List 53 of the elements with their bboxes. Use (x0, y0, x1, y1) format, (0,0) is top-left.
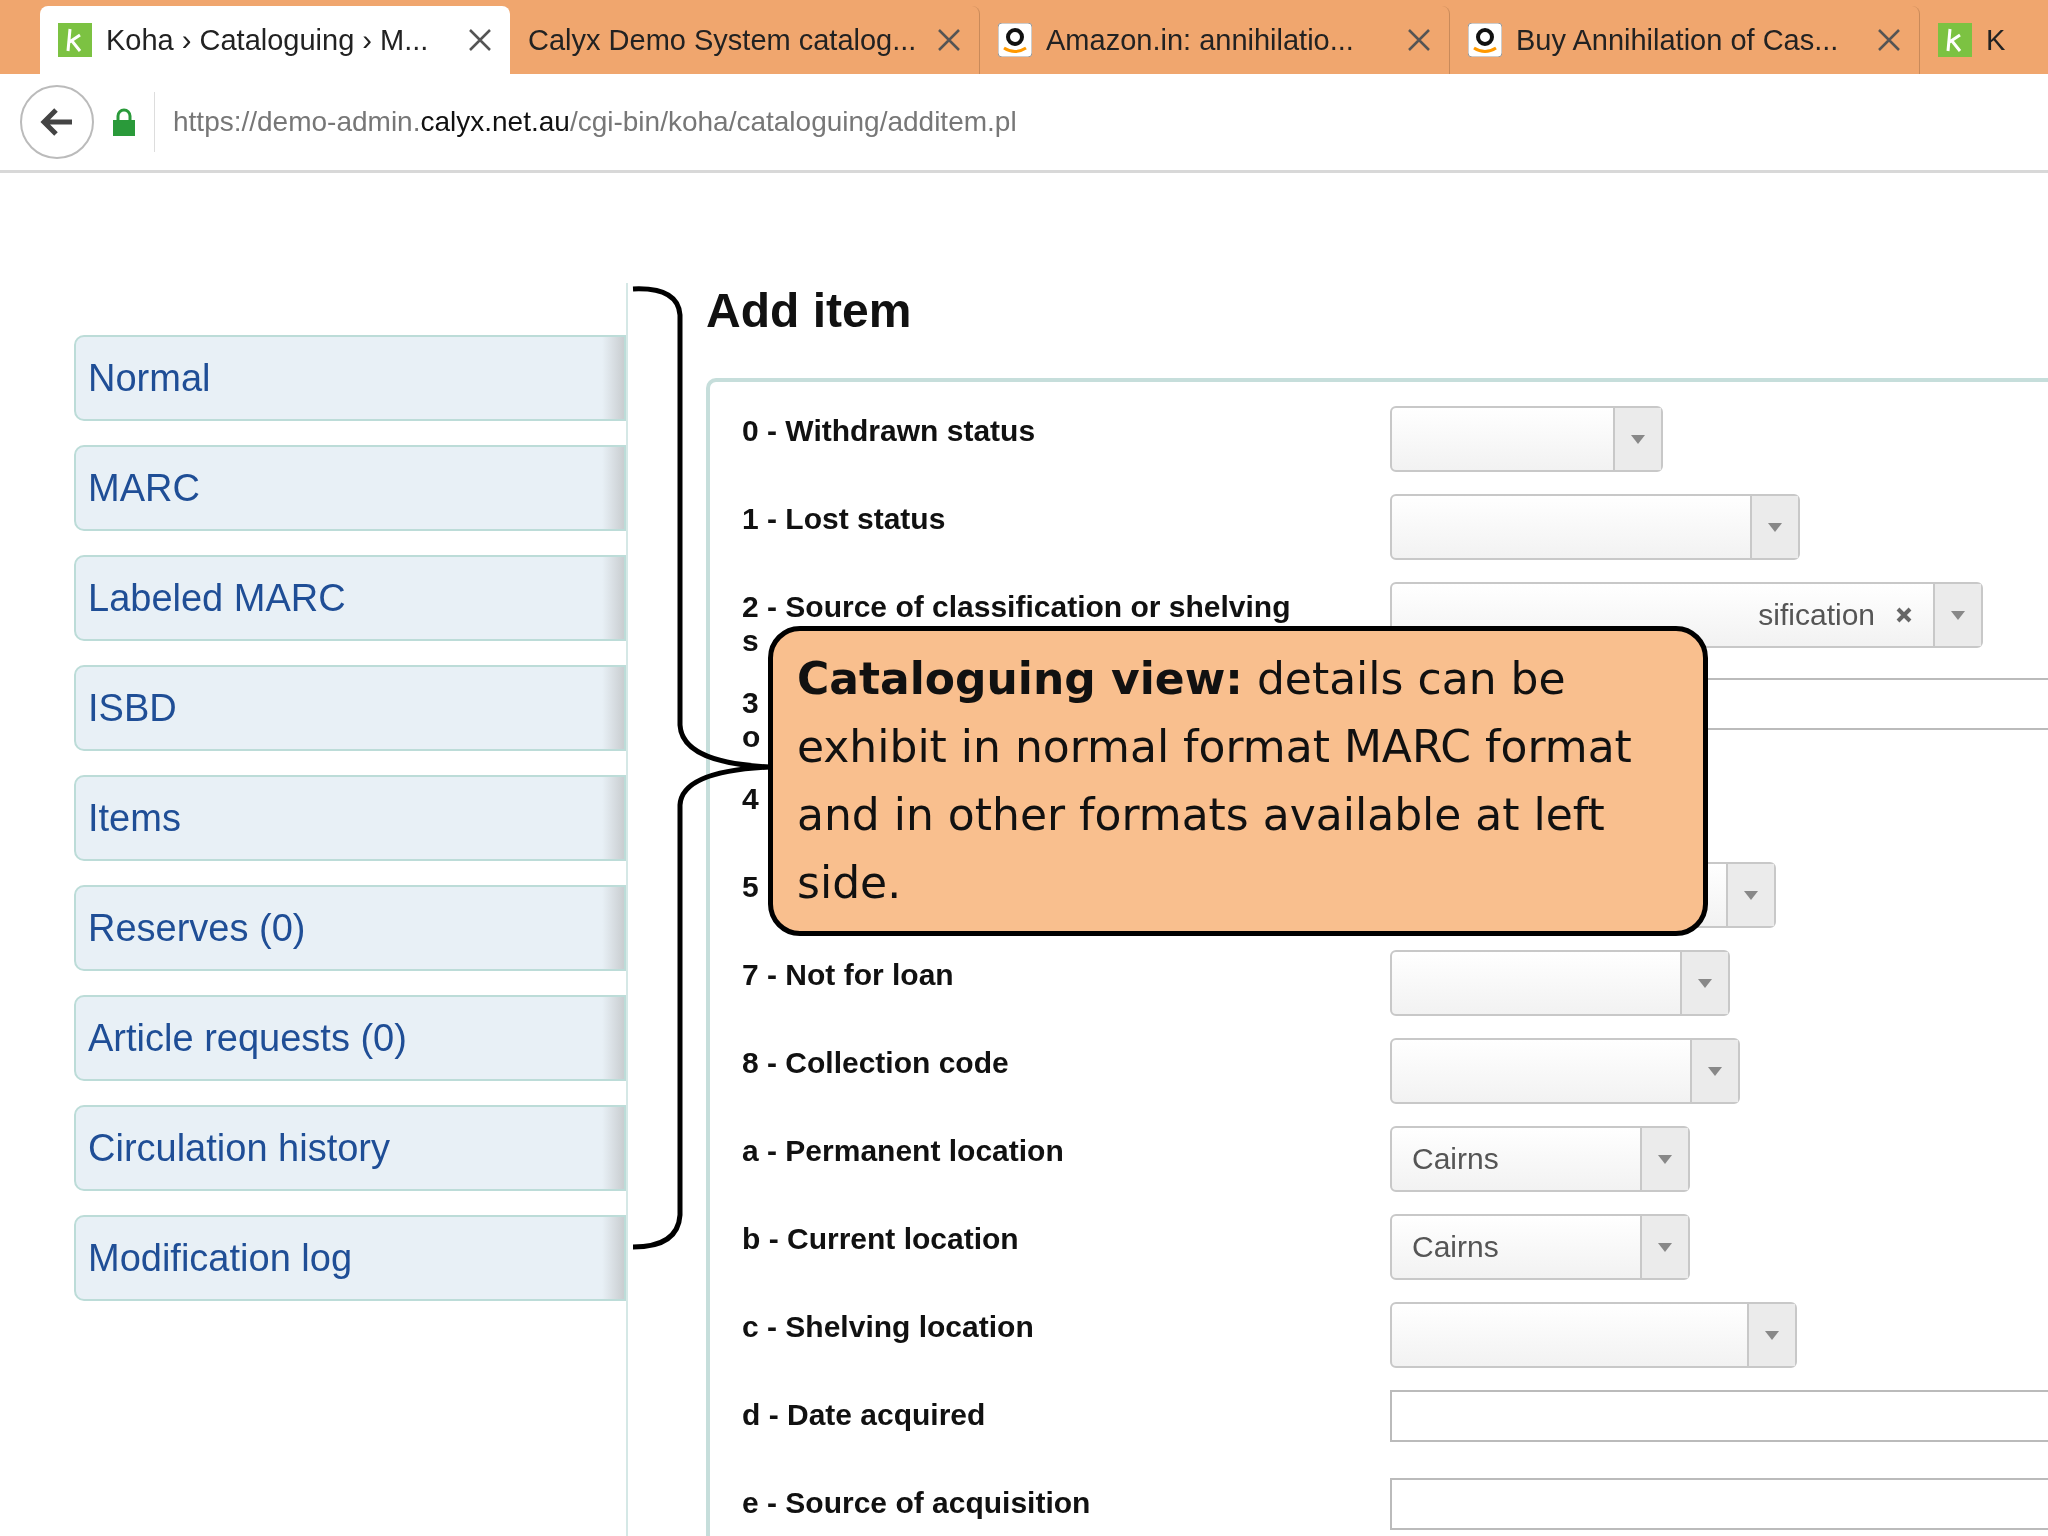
caret-icon (1708, 1066, 1722, 1076)
sidebar-link[interactable]: Items (74, 775, 626, 861)
field-label: s (742, 624, 759, 658)
field-label: 2 - Source of classification or shelving (742, 590, 1291, 624)
koha-logo-icon (58, 23, 92, 57)
field-label: o (742, 720, 761, 754)
sidebar-link[interactable]: Normal (74, 335, 626, 421)
field-label: 4 (742, 782, 759, 816)
sidebar-link[interactable]: Labeled MARC (74, 555, 626, 641)
caret-icon (1768, 522, 1782, 532)
sidebar-link[interactable]: Modification log (74, 1215, 626, 1301)
field-label: e - Source of acquisition (742, 1486, 1091, 1520)
field-label: b - Current location (742, 1222, 1019, 1256)
sidebar-link[interactable]: Article requests (0) (74, 995, 626, 1081)
caret-icon (1658, 1154, 1672, 1164)
close-icon[interactable] (937, 28, 961, 52)
field-label: 8 - Collection code (742, 1046, 1009, 1080)
close-icon[interactable] (1407, 28, 1431, 52)
field-label: 0 - Withdrawn status (742, 414, 1036, 448)
field-label: 5 (742, 870, 759, 904)
input-field[interactable] (1390, 1478, 2048, 1530)
address-field[interactable]: https://demo-admin.calyx.net.au/cgi-bin/koha/cataloguing/additem.pl (154, 92, 2048, 152)
field-label: d - Date acquired (742, 1398, 986, 1432)
field-label: 3 (742, 686, 759, 720)
caret-icon (1744, 890, 1758, 900)
field-label: 1 - Lost status (742, 502, 946, 536)
browser-tab[interactable]: Koha › Cataloguing › M... (40, 6, 510, 74)
caret-icon (1658, 1242, 1672, 1252)
caret-icon (1631, 434, 1645, 444)
field-label: c - Shelving location (742, 1310, 1034, 1344)
dropdown[interactable]: Cairns (1390, 1126, 1690, 1192)
koha-logo-icon (1938, 23, 1972, 57)
amazon-logo-icon (998, 23, 1032, 57)
amazon-logo-icon (1468, 23, 1502, 57)
caret-icon (1765, 1330, 1779, 1340)
annotation-tooltip: Cataloguing view: details can be exhibit in normal format MARC format and in other formats available at left side. (768, 626, 1708, 936)
field-label: a - Permanent location (742, 1134, 1064, 1168)
dropdown[interactable]: Cairns (1390, 1214, 1690, 1280)
field-label: 7 - Not for loan (742, 958, 954, 992)
sidebar-link[interactable]: ISBD (74, 665, 626, 751)
clear-icon[interactable] (1895, 606, 1913, 624)
sidebar-link[interactable]: Circulation history (74, 1105, 626, 1191)
sidebar-link[interactable]: Reserves (0) (74, 885, 626, 971)
lock-icon (112, 108, 136, 136)
browser-tab[interactable]: K (1920, 6, 2048, 74)
caret-icon (1951, 610, 1965, 620)
caret-icon (1698, 978, 1712, 988)
close-icon[interactable] (1877, 28, 1901, 52)
close-icon[interactable] (468, 28, 492, 52)
page-title: Add item (706, 283, 913, 338)
sidebar-link[interactable]: MARC (74, 445, 626, 531)
back-arrow-icon (40, 107, 74, 137)
input-field[interactable] (1390, 1390, 2048, 1442)
